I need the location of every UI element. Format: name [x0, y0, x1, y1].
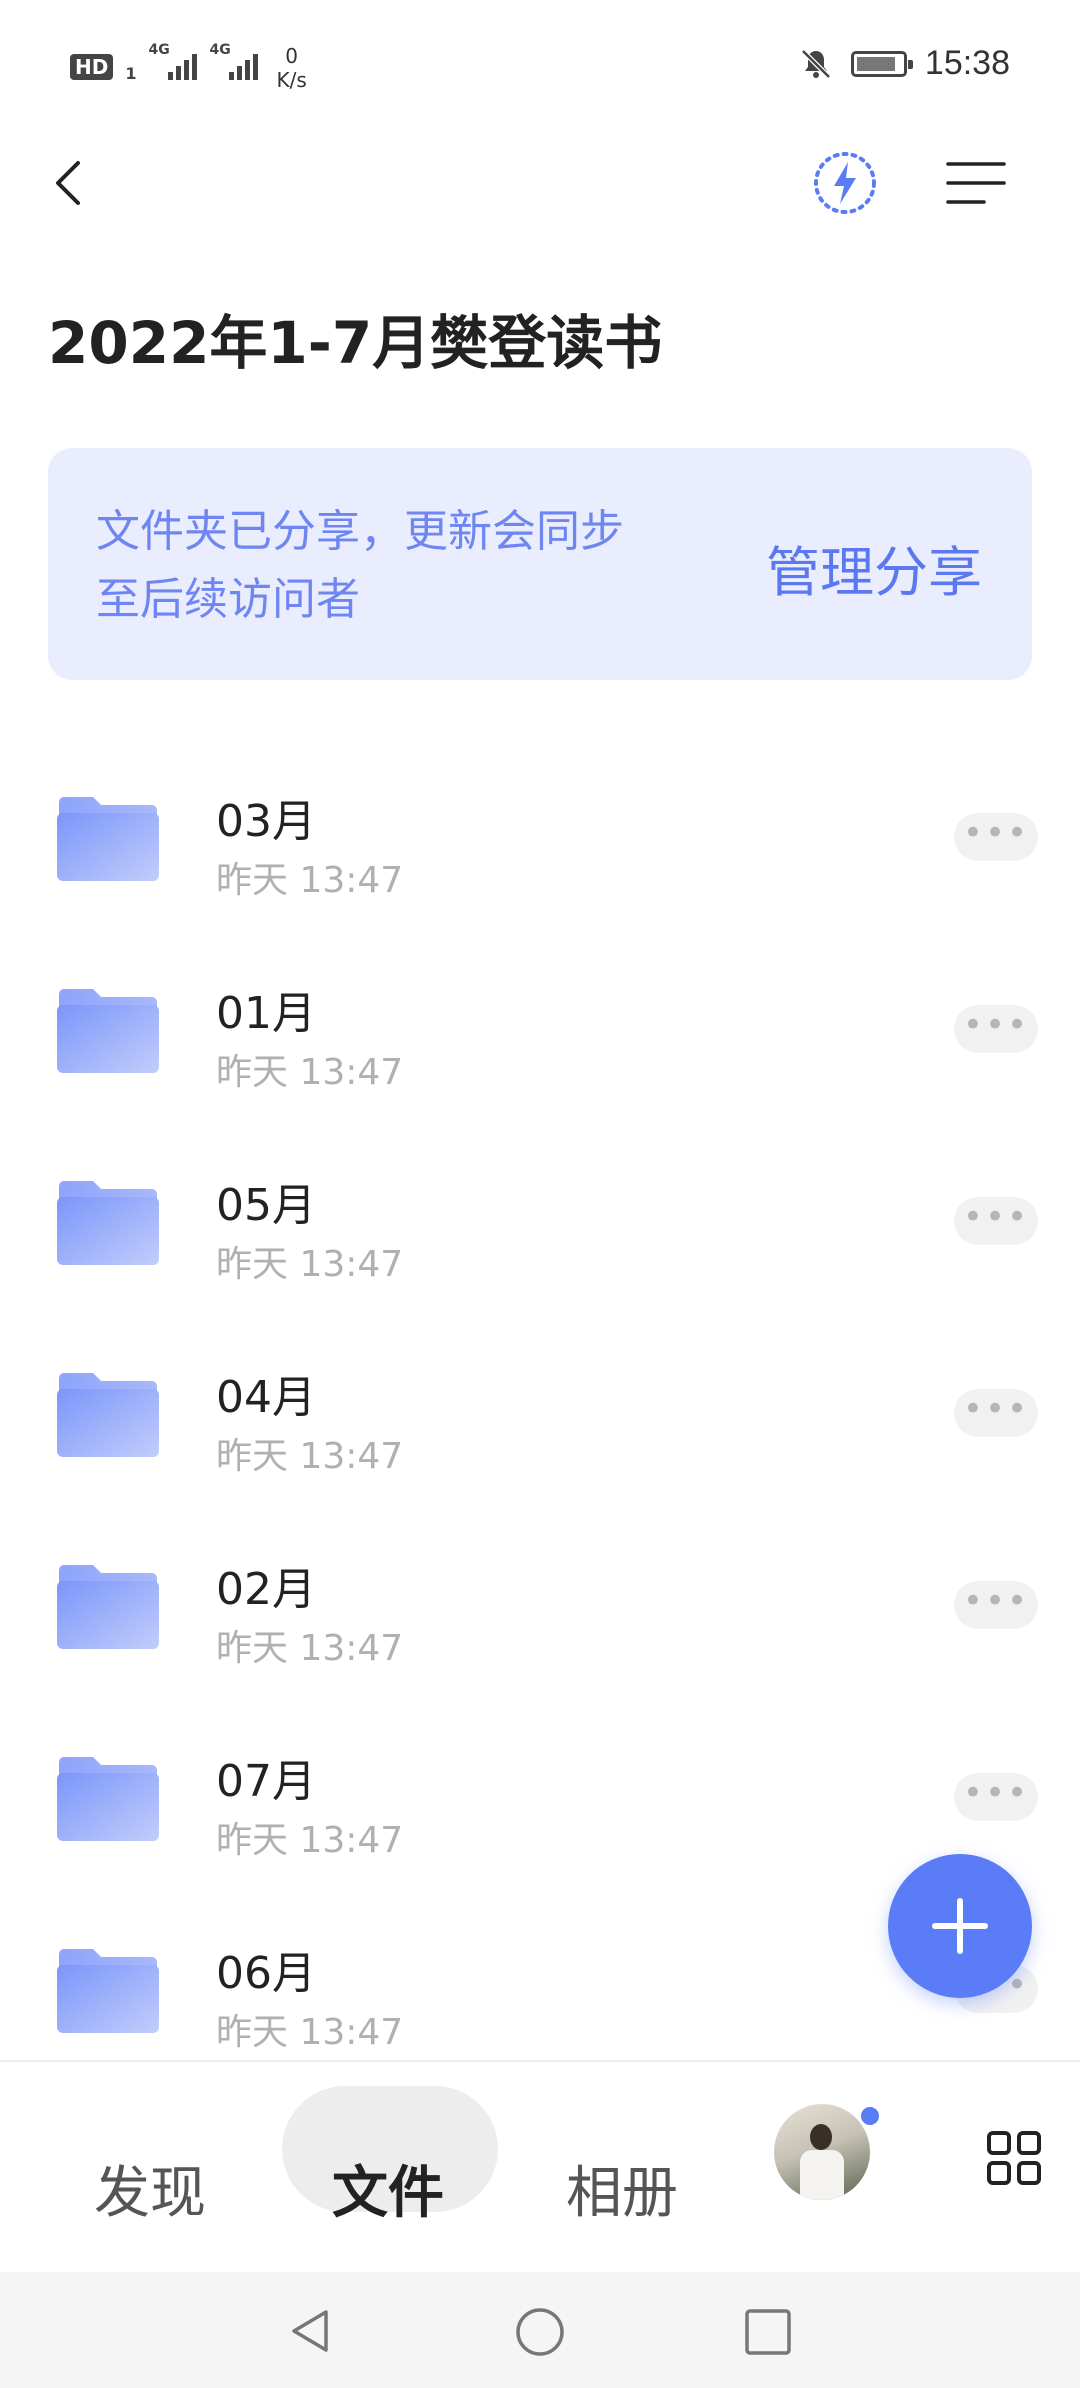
- signal-icon: 4G: [148, 42, 198, 80]
- more-button[interactable]: •••: [954, 1389, 1038, 1437]
- share-banner: 文件夹已分享，更新会同步 至后续访问者 管理分享: [48, 448, 1032, 680]
- nav-back-icon[interactable]: [286, 2306, 334, 2356]
- tab-files[interactable]: 文件: [332, 2148, 444, 2229]
- back-icon[interactable]: [48, 158, 98, 208]
- avatar[interactable]: [774, 2104, 870, 2200]
- folder-time: 昨天 13:47: [216, 1052, 404, 1093]
- status-bar: HD 1 4G 4G 0 K/s 15:38: [0, 0, 1080, 120]
- folder-icon: [55, 1371, 161, 1459]
- grid-icon[interactable]: [986, 2130, 1042, 2186]
- bell-off-icon: [801, 48, 831, 79]
- signal-icon-2: 4G: [209, 42, 259, 80]
- network-speed: 0 K/s: [276, 44, 306, 92]
- folder-name: 05月: [216, 1180, 316, 1231]
- status-right: 15:38: [799, 44, 1010, 83]
- share-message: 文件夹已分享，更新会同步 至后续访问者: [96, 498, 736, 634]
- folder-name: 03月: [216, 796, 316, 847]
- file-list: 03月 昨天 13:47 ••• 01月 昨天 13:47 ••• 05月 昨天 13:47 •…: [0, 735, 1080, 2060]
- list-item[interactable]: 05月昨天 13:47 •••: [0, 1119, 1080, 1311]
- folder-time: 昨天 13:47: [216, 1244, 404, 1285]
- folder-icon: [55, 1563, 161, 1651]
- folder-icon: [55, 795, 161, 883]
- system-nav-bar: [0, 2272, 1080, 2388]
- signal-label-2: 4G: [209, 42, 231, 58]
- status-left: HD 1 4G 4G 0 K/s: [70, 42, 307, 92]
- folder-name: 07月: [216, 1756, 316, 1807]
- more-button[interactable]: •••: [954, 813, 1038, 861]
- share-message-line2: 至后续访问者: [96, 574, 360, 625]
- list-item[interactable]: 07月昨天 13:47 •••: [0, 1695, 1080, 1887]
- speed-value: 0: [285, 44, 298, 68]
- folder-icon: [55, 1947, 161, 2035]
- battery-icon: [850, 50, 913, 77]
- list-item[interactable]: 03月昨天 13:47 •••: [0, 735, 1080, 927]
- list-item[interactable]: 02月昨天 13:47 •••: [0, 1503, 1080, 1695]
- speed-unit: K/s: [276, 68, 307, 92]
- folder-time: 昨天 13:47: [216, 1436, 404, 1477]
- share-message-line1: 文件夹已分享，更新会同步: [96, 506, 624, 557]
- folder-name: 04月: [216, 1372, 316, 1423]
- lightning-icon[interactable]: [812, 150, 878, 216]
- folder-time: 昨天 13:47: [216, 1820, 404, 1861]
- manage-share-button[interactable]: 管理分享: [766, 528, 982, 607]
- folder-icon: [55, 987, 161, 1075]
- add-button[interactable]: [888, 1854, 1032, 1998]
- folder-icon: [55, 1179, 161, 1267]
- tab-discover[interactable]: 发现: [94, 2148, 206, 2229]
- folder-name: 02月: [216, 1564, 316, 1615]
- folder-icon: [55, 1755, 161, 1843]
- hd-badge: HD: [70, 54, 114, 80]
- more-button[interactable]: •••: [954, 1773, 1038, 1821]
- hd-badge-sub: 1: [125, 64, 137, 83]
- signal-label: 4G: [148, 42, 170, 58]
- folder-name: 06月: [216, 1948, 316, 1999]
- folder-time: 昨天 13:47: [216, 1628, 404, 1669]
- bottom-nav: 发现 文件 相册: [0, 2062, 1080, 2272]
- folder-time: 昨天 13:47: [216, 2012, 404, 2053]
- tab-album[interactable]: 相册: [566, 2148, 678, 2229]
- list-item[interactable]: 04月昨天 13:47 •••: [0, 1311, 1080, 1503]
- nav-home-icon[interactable]: [514, 2306, 566, 2358]
- folder-time: 昨天 13:47: [216, 860, 404, 901]
- more-button[interactable]: •••: [954, 1581, 1038, 1629]
- notification-dot: [858, 2104, 882, 2128]
- list-item[interactable]: 01月昨天 13:47 •••: [0, 927, 1080, 1119]
- page-title: 2022年1-7月樊登读书: [48, 309, 663, 377]
- more-button[interactable]: •••: [954, 1005, 1038, 1053]
- menu-icon[interactable]: [946, 158, 1006, 208]
- nav-recents-icon[interactable]: [744, 2308, 792, 2356]
- clock: 15:38: [924, 44, 1010, 82]
- folder-name: 01月: [216, 988, 316, 1039]
- more-button[interactable]: •••: [954, 1197, 1038, 1245]
